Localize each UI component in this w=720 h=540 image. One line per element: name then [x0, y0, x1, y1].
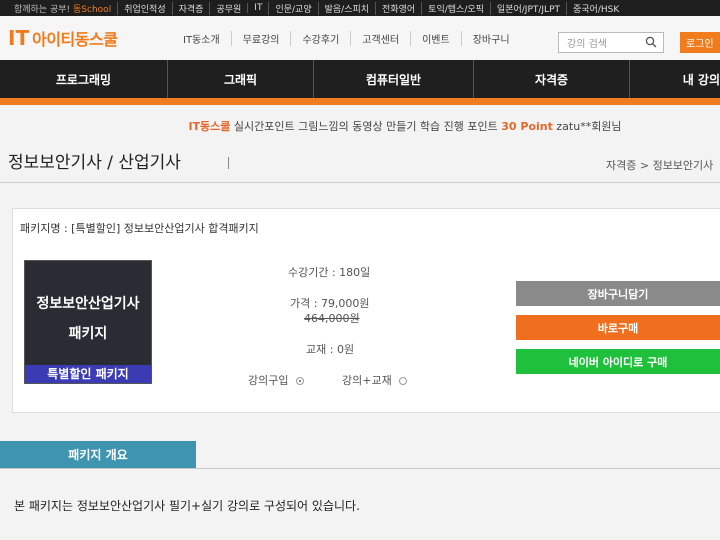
- login-button[interactable]: 로그인: [680, 32, 720, 53]
- nav-item-events[interactable]: 이벤트: [411, 30, 462, 46]
- title-divider: [228, 157, 229, 169]
- tab-underline: [0, 468, 720, 469]
- point-value: 30 Point: [501, 120, 553, 133]
- logo-text: 아이티동스쿨: [32, 30, 118, 49]
- add-to-cart-button[interactable]: 장바구니담기: [516, 281, 720, 306]
- option-lecture-book[interactable]: 강의+교재: [342, 372, 408, 388]
- breadcrumb[interactable]: 자격증 > 정보보안기사: [606, 157, 713, 173]
- topbar-link[interactable]: 토익/텝스/오픽: [421, 1, 490, 15]
- thumbnail-badge: 특별할인 패키지: [25, 365, 151, 383]
- tab-package-overview[interactable]: 패키지 개요: [0, 441, 196, 468]
- category-my-lectures[interactable]: 내 강의: [630, 60, 720, 98]
- topbar-link[interactable]: 인문/교양: [268, 1, 317, 15]
- category-nav: 프로그래밍 그래픽 컴퓨터일반 자격증 내 강의: [0, 60, 720, 98]
- point-user: zatu**회원님: [556, 120, 622, 133]
- option-lecture[interactable]: 강의구입: [248, 372, 304, 388]
- topbar-link[interactable]: 전화영어: [375, 1, 421, 15]
- topbar-promo-brand[interactable]: 동School: [73, 5, 111, 15]
- topbar-link[interactable]: 중국어/HSK: [566, 1, 625, 15]
- package-thumbnail: 정보보안산업기사 패키지 특별할인 패키지: [24, 260, 152, 384]
- site-logo[interactable]: IT 아이티동스쿨: [8, 26, 158, 50]
- search-icon[interactable]: [645, 36, 657, 48]
- search-placeholder: 강의 검색: [567, 39, 607, 50]
- package-price: 가격 : 79,000원: [290, 297, 370, 310]
- thumbnail-title: 정보보안산업기사: [36, 296, 140, 312]
- logo-mark: IT: [8, 26, 30, 50]
- option-lecture-radio[interactable]: [295, 377, 304, 385]
- package-description: 본 패키지는 정보보안산업기사 필기+실기 강의로 구성되어 있습니다.: [14, 499, 360, 513]
- category-certificate[interactable]: 자격증: [474, 60, 630, 98]
- category-computer[interactable]: 컴퓨터일반: [314, 60, 474, 98]
- nav-item-support[interactable]: 고객센터: [351, 30, 412, 46]
- topbar-link[interactable]: 공무원: [209, 1, 247, 15]
- point-brand: IT동스쿨: [188, 120, 231, 133]
- nav-item-reviews[interactable]: 수강후기: [291, 30, 352, 46]
- nav-item-cart[interactable]: 장바구니: [462, 31, 521, 46]
- naver-buy-button[interactable]: 네이버 아이디로 구매: [516, 349, 720, 374]
- point-banner: IT동스쿨 실시간포인트 그림느낌의 동영상 만들기 학습 진행 포인트 30 …: [0, 118, 720, 134]
- site-header: IT 아이티동스쿨 IT동소개 무료강의 수강후기 고객센터 이벤트 장바구니 …: [0, 16, 720, 60]
- top-utility-bar: 함께하는 공부! 동School 취업인적성 자격증 공무원 IT 인문/교양 …: [0, 0, 720, 16]
- option-lecture-book-label: 강의+교재: [342, 374, 392, 387]
- global-nav: IT동소개 무료강의 수강후기 고객센터 이벤트 장바구니: [172, 30, 521, 46]
- topbar-link[interactable]: 일본어/JPT/JLPT: [489, 1, 566, 15]
- topbar-promo: 함께하는 공부! 동School: [0, 2, 117, 15]
- category-programming[interactable]: 프로그래밍: [0, 60, 168, 98]
- topbar-link[interactable]: 자격증: [171, 1, 210, 15]
- topbar-link[interactable]: 취업인적성: [117, 1, 171, 15]
- nav-item-about[interactable]: IT동소개: [172, 30, 232, 46]
- search-input[interactable]: 강의 검색: [558, 32, 664, 53]
- study-period: 수강기간 : 180일: [288, 266, 371, 279]
- page-title: 정보보안기사 / 산업기사: [8, 153, 181, 173]
- original-price: 464,000원: [304, 312, 360, 325]
- option-lecture-label: 강의구입: [248, 374, 289, 387]
- topbar-link[interactable]: 발음/스피치: [317, 1, 375, 15]
- nav-accent-bar: [0, 98, 720, 105]
- category-graphics[interactable]: 그래픽: [168, 60, 314, 98]
- thumbnail-subtitle: 패키지: [68, 326, 108, 342]
- package-name: 패키지명 : [특별할인] 정보보안산업기사 합격패키지: [20, 222, 259, 235]
- nav-item-free-lectures[interactable]: 무료강의: [232, 30, 292, 46]
- option-lecture-book-radio[interactable]: [399, 377, 408, 385]
- topbar-promo-text: 함께하는 공부!: [14, 4, 71, 15]
- textbook-price: 교재 : 0원: [306, 343, 355, 356]
- buy-now-button[interactable]: 바로구매: [516, 315, 720, 340]
- title-separator: [0, 182, 720, 183]
- point-text: 실시간포인트 그림느낌의 동영상 만들기 학습 진행 포인트: [233, 120, 498, 133]
- topbar-link[interactable]: IT: [247, 3, 268, 13]
